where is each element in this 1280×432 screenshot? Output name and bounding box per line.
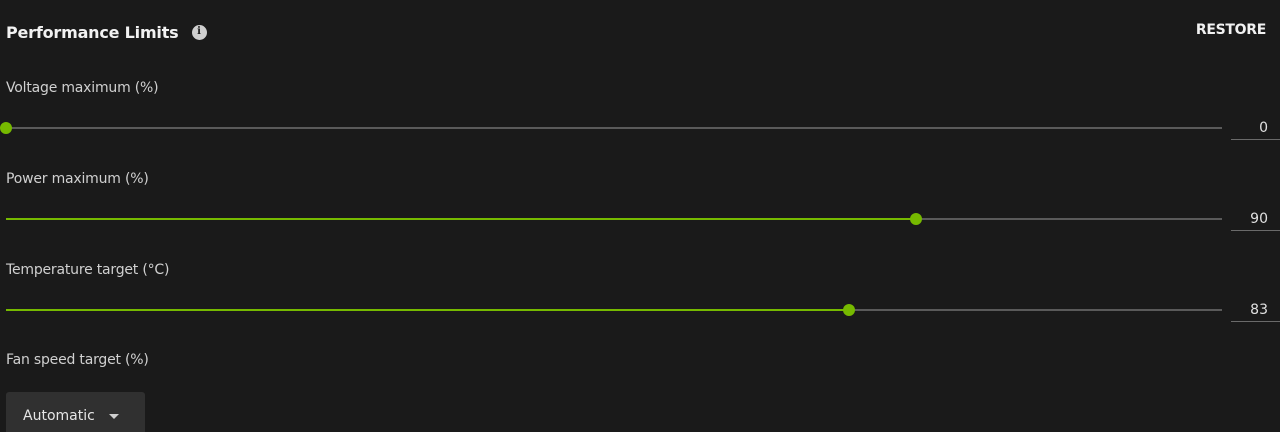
section-header: Performance Limits i — [6, 20, 207, 44]
temperature-target-value[interactable]: 83 — [1231, 298, 1280, 322]
fan-speed-dropdown[interactable]: Automatic — [6, 392, 145, 432]
temperature-target-slider-row: 83 — [0, 298, 1280, 322]
temperature-target-track[interactable] — [6, 304, 1222, 316]
voltage-maximum-slider-row: 0 — [0, 116, 1280, 140]
section-title: Performance Limits — [6, 22, 179, 42]
fan-speed-target-label: Fan speed target (%) — [6, 352, 149, 368]
power-maximum-fill — [6, 218, 916, 220]
power-maximum-label: Power maximum (%) — [6, 171, 149, 187]
chevron-down-icon — [108, 414, 119, 419]
temperature-target-label: Temperature target (°C) — [6, 262, 170, 278]
power-maximum-value[interactable]: 90 — [1231, 207, 1280, 231]
voltage-maximum-value[interactable]: 0 — [1231, 116, 1280, 140]
temperature-target-thumb[interactable] — [842, 304, 855, 316]
power-maximum-thumb[interactable] — [909, 213, 922, 225]
voltage-maximum-thumb[interactable] — [0, 122, 12, 134]
restore-button[interactable]: RESTORE — [1196, 22, 1266, 38]
fan-speed-selected-value: Automatic — [23, 408, 95, 424]
performance-limits-panel: Performance Limits i RESTORE Voltage max… — [0, 0, 1280, 432]
voltage-maximum-label: Voltage maximum (%) — [6, 80, 159, 96]
temperature-target-fill — [6, 309, 849, 311]
voltage-maximum-track[interactable] — [0, 122, 1222, 134]
info-icon[interactable]: i — [191, 24, 207, 40]
power-maximum-track[interactable] — [6, 213, 1222, 225]
power-maximum-slider-row: 90 — [0, 207, 1280, 231]
